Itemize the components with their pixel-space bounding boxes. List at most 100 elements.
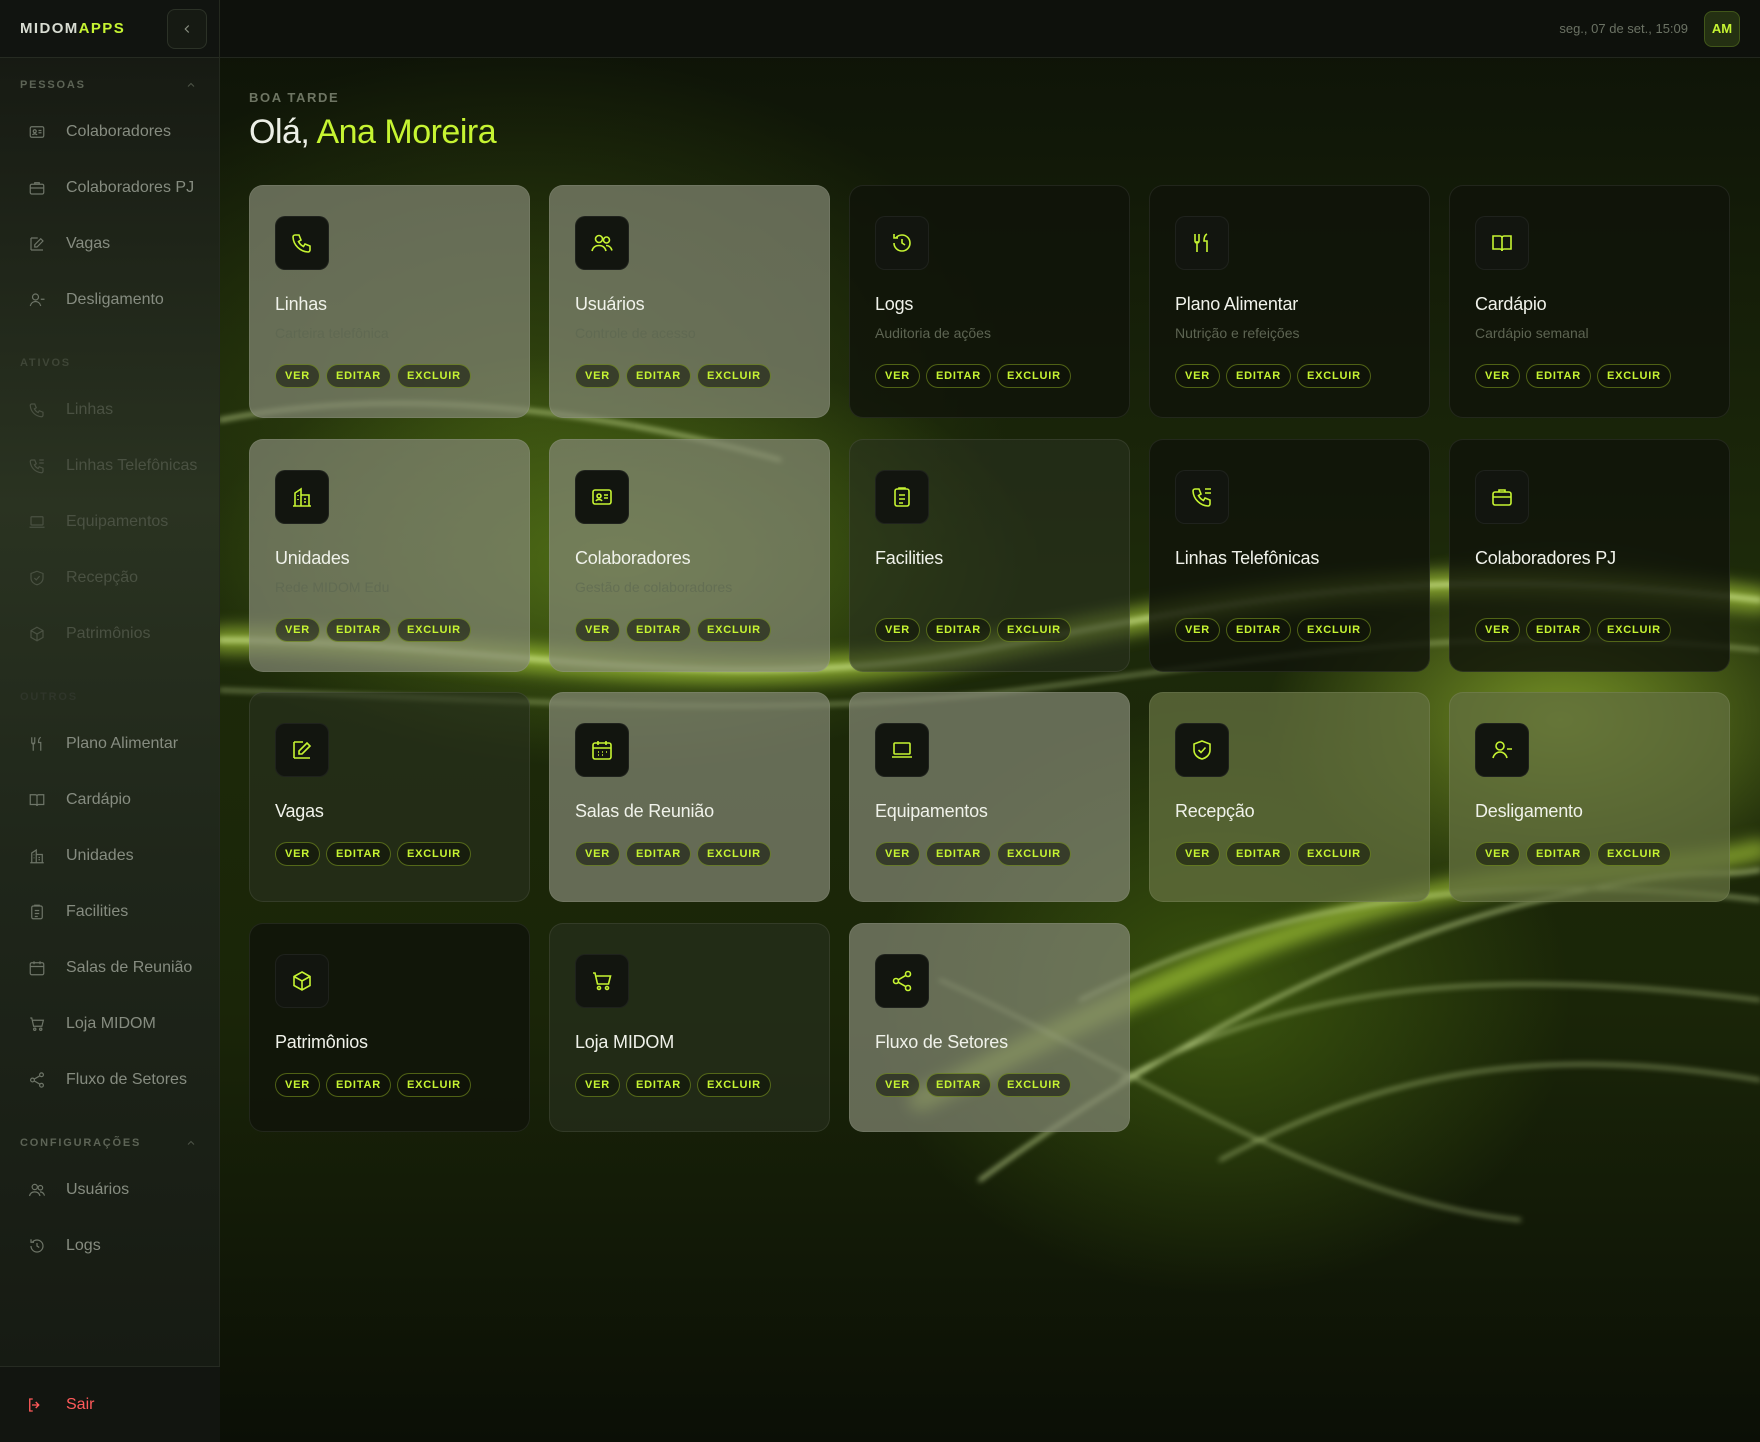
module-card-unidades[interactable]: Unidades Rede MIDOM Edu VER EDITAR EXCLU… — [249, 439, 530, 672]
delete-button[interactable]: EXCLUIR — [396, 1073, 471, 1097]
view-button[interactable]: VER — [1475, 842, 1521, 866]
edit-button[interactable]: EDITAR — [626, 1073, 691, 1097]
delete-button[interactable]: EXCLUIR — [996, 1073, 1071, 1097]
edit-button[interactable]: EDITAR — [626, 842, 691, 866]
edit-button[interactable]: EDITAR — [626, 618, 691, 642]
section-header-outros[interactable]: OUTROS — [0, 684, 219, 710]
view-button[interactable]: VER — [575, 842, 621, 866]
sidebar-item-fluxo-de-setores[interactable]: Fluxo de Setores — [0, 1052, 219, 1108]
delete-button[interactable]: EXCLUIR — [1596, 842, 1671, 866]
view-button[interactable]: VER — [575, 1073, 621, 1097]
view-button[interactable]: VER — [1175, 842, 1221, 866]
edit-button[interactable]: EDITAR — [926, 1073, 991, 1097]
delete-button[interactable]: EXCLUIR — [696, 618, 771, 642]
view-button[interactable]: VER — [1475, 618, 1521, 642]
module-card-plano-alimentar[interactable]: Plano Alimentar Nutrição e refeições VER… — [1149, 185, 1430, 418]
module-card-facilities[interactable]: Facilities VER EDITAR EXCLUIR — [849, 439, 1130, 672]
delete-button[interactable]: EXCLUIR — [396, 618, 471, 642]
utensils-icon — [26, 733, 48, 755]
sidebar-item-colaboradores[interactable]: Colaboradores — [0, 104, 219, 160]
sidebar-item-cardapio[interactable]: Cardápio — [0, 772, 219, 828]
view-button[interactable]: VER — [275, 842, 321, 866]
edit-button[interactable]: EDITAR — [1526, 618, 1591, 642]
edit-button[interactable]: EDITAR — [326, 364, 391, 388]
edit-button[interactable]: EDITAR — [1526, 364, 1591, 388]
edit-button[interactable]: EDITAR — [1226, 364, 1291, 388]
sidebar-item-recepcao[interactable]: Recepção — [0, 550, 219, 606]
brand-logo[interactable]: MIDOMAPPS — [20, 20, 125, 37]
edit-button[interactable]: EDITAR — [326, 842, 391, 866]
edit-button[interactable]: EDITAR — [326, 1073, 391, 1097]
sidebar-item-vagas[interactable]: Vagas — [0, 216, 219, 272]
sidebar-item-plano-alimentar[interactable]: Plano Alimentar — [0, 716, 219, 772]
delete-button[interactable]: EXCLUIR — [1596, 364, 1671, 388]
view-button[interactable]: VER — [275, 618, 321, 642]
module-card-fluxo-de-setores[interactable]: Fluxo de Setores VER EDITAR EXCLUIR — [849, 923, 1130, 1132]
section-header-configuracoes[interactable]: CONFIGURAÇÕES — [0, 1130, 219, 1156]
sidebar-item-equipamentos[interactable]: Equipamentos — [0, 494, 219, 550]
module-card-colaboradores-pj[interactable]: Colaboradores PJ VER EDITAR EXCLUIR — [1449, 439, 1730, 672]
module-card-desligamento[interactable]: Desligamento VER EDITAR EXCLUIR — [1449, 692, 1730, 902]
section-header-pessoas[interactable]: PESSOAS — [0, 72, 219, 98]
view-button[interactable]: VER — [575, 364, 621, 388]
section-header-ativos[interactable]: ATIVOS — [0, 350, 219, 376]
sidebar-item-unidades[interactable]: Unidades — [0, 828, 219, 884]
delete-button[interactable]: EXCLUIR — [1596, 618, 1671, 642]
view-button[interactable]: VER — [575, 618, 621, 642]
module-card-equipamentos[interactable]: Equipamentos VER EDITAR EXCLUIR — [849, 692, 1130, 902]
sidebar-item-loja-midom[interactable]: Loja MIDOM — [0, 996, 219, 1052]
user-avatar[interactable]: AM — [1704, 10, 1740, 47]
delete-button[interactable]: EXCLUIR — [396, 364, 471, 388]
collapse-sidebar-button[interactable] — [167, 8, 207, 49]
edit-button[interactable]: EDITAR — [926, 618, 991, 642]
module-card-usuarios[interactable]: Usuários Controle de acesso VER EDITAR E… — [549, 185, 830, 418]
view-button[interactable]: VER — [875, 842, 921, 866]
sidebar-item-label: Facilities — [66, 903, 129, 920]
sidebar-item-facilities[interactable]: Facilities — [0, 884, 219, 940]
sidebar-item-salas-de-reuniao[interactable]: Salas de Reunião — [0, 940, 219, 996]
sidebar-item-colaboradores-pj[interactable]: Colaboradores PJ — [0, 160, 219, 216]
module-card-recepcao[interactable]: Recepção VER EDITAR EXCLUIR — [1149, 692, 1430, 902]
module-card-vagas[interactable]: Vagas VER EDITAR EXCLUIR — [249, 692, 530, 902]
edit-button[interactable]: EDITAR — [926, 842, 991, 866]
module-card-salas-de-reuniao[interactable]: Salas de Reunião VER EDITAR EXCLUIR — [549, 692, 830, 902]
module-card-colaboradores[interactable]: Colaboradores Gestão de colaboradores VE… — [549, 439, 830, 672]
sidebar-item-linhas-telefonicas[interactable]: Linhas Telefônicas — [0, 438, 219, 494]
delete-button[interactable]: EXCLUIR — [1296, 842, 1371, 866]
module-card-linhas-telefonicas[interactable]: Linhas Telefônicas VER EDITAR EXCLUIR — [1149, 439, 1430, 672]
edit-button[interactable]: EDITAR — [1226, 618, 1291, 642]
sidebar-item-desligamento[interactable]: Desligamento — [0, 272, 219, 328]
logout-button[interactable]: Sair — [0, 1366, 220, 1442]
module-card-linhas[interactable]: Linhas Carteira telefônica VER EDITAR EX… — [249, 185, 530, 418]
delete-button[interactable]: EXCLUIR — [996, 618, 1071, 642]
sidebar-item-logs[interactable]: Logs — [0, 1218, 219, 1274]
delete-button[interactable]: EXCLUIR — [696, 1073, 771, 1097]
view-button[interactable]: VER — [1175, 618, 1221, 642]
delete-button[interactable]: EXCLUIR — [396, 842, 471, 866]
module-card-cardapio[interactable]: Cardápio Cardápio semanal VER EDITAR EXC… — [1449, 185, 1730, 418]
delete-button[interactable]: EXCLUIR — [696, 842, 771, 866]
sidebar-item-patrimonios[interactable]: Patrimônios — [0, 606, 219, 662]
edit-button[interactable]: EDITAR — [926, 364, 991, 388]
view-button[interactable]: VER — [875, 364, 921, 388]
delete-button[interactable]: EXCLUIR — [696, 364, 771, 388]
module-card-patrimonios[interactable]: Patrimônios VER EDITAR EXCLUIR — [249, 923, 530, 1132]
delete-button[interactable]: EXCLUIR — [1296, 618, 1371, 642]
delete-button[interactable]: EXCLUIR — [996, 364, 1071, 388]
edit-button[interactable]: EDITAR — [326, 618, 391, 642]
delete-button[interactable]: EXCLUIR — [996, 842, 1071, 866]
view-button[interactable]: VER — [1475, 364, 1521, 388]
view-button[interactable]: VER — [275, 1073, 321, 1097]
view-button[interactable]: VER — [275, 364, 321, 388]
sidebar-item-usuarios[interactable]: Usuários — [0, 1162, 219, 1218]
view-button[interactable]: VER — [1175, 364, 1221, 388]
sidebar-item-linhas[interactable]: Linhas — [0, 382, 219, 438]
module-card-logs[interactable]: Logs Auditoria de ações VER EDITAR EXCLU… — [849, 185, 1130, 418]
view-button[interactable]: VER — [875, 618, 921, 642]
delete-button[interactable]: EXCLUIR — [1296, 364, 1371, 388]
view-button[interactable]: VER — [875, 1073, 921, 1097]
edit-button[interactable]: EDITAR — [626, 364, 691, 388]
edit-button[interactable]: EDITAR — [1526, 842, 1591, 866]
edit-button[interactable]: EDITAR — [1226, 842, 1291, 866]
module-card-loja-midom[interactable]: Loja MIDOM VER EDITAR EXCLUIR — [549, 923, 830, 1132]
